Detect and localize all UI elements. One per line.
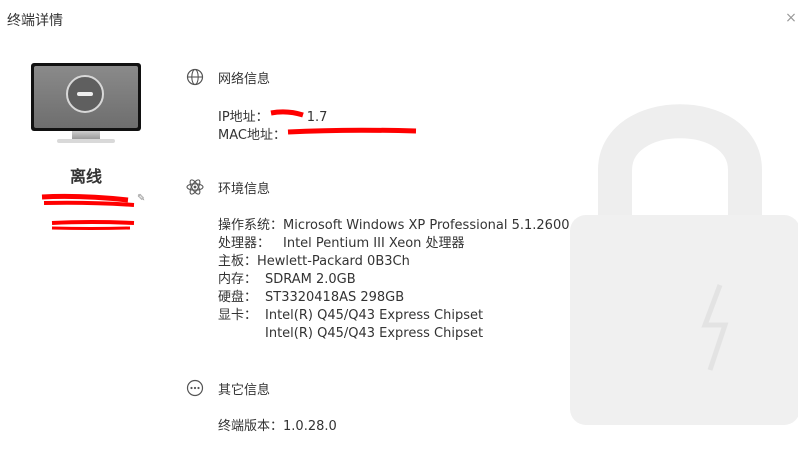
board-label: 主板： [218, 254, 258, 269]
redaction-scribble [41, 193, 135, 207]
ip-value: 1.7 [306, 110, 328, 125]
os-value: Microsoft Windows XP Professional 5.1.26… [283, 218, 570, 233]
version-value: 1.0.28.0 [283, 419, 337, 434]
ip-label: IP地址： [218, 110, 269, 125]
monitor-stand [72, 131, 100, 139]
disk-row: 硬盘： ST3320418AS 298GB [218, 289, 404, 307]
environment-section-title: 环境信息 [218, 182, 271, 197]
disk-value: ST3320418AS 298GB [265, 290, 405, 305]
network-section-title: 网络信息 [218, 72, 271, 87]
device-panel: 离线 ✎ [30, 63, 145, 235]
lock-watermark-icon [570, 104, 798, 425]
os-label: 操作系统： [218, 218, 284, 233]
memory-value: SDRAM 2.0GB [265, 272, 356, 287]
os-row: 操作系统：Microsoft Windows XP Professional 5… [218, 217, 570, 235]
mac-row: MAC地址： [218, 125, 420, 145]
version-label: 终端版本： [218, 419, 284, 434]
memory-label: 内存： [218, 272, 258, 287]
cpu-row: 处理器： Intel Pentium III Xeon 处理器 [218, 235, 465, 253]
redaction-scribble [51, 220, 135, 230]
dialog-title-bar: 终端详情 × [0, 0, 798, 40]
device-name-redacted: ✎ [30, 193, 145, 217]
dialog-title: 终端详情 [7, 13, 63, 29]
globe-icon [186, 68, 204, 86]
mac-label: MAC地址： [218, 128, 286, 143]
gpu-row: 显卡： Intel(R) Q45/Q43 Express Chipset [218, 307, 483, 325]
gpu-value-1: Intel(R) Q45/Q43 Express Chipset [265, 308, 484, 323]
gpu-label: 显卡： [218, 308, 258, 323]
disk-label: 硬盘： [218, 290, 258, 305]
close-icon[interactable]: × [784, 10, 798, 26]
offline-badge-icon [66, 75, 104, 113]
board-row: 主板：Hewlett-Packard 0B3Ch [218, 253, 410, 271]
monitor-base [57, 139, 115, 143]
version-row: 终端版本：1.0.28.0 [218, 418, 337, 436]
redaction-scribble [287, 127, 417, 135]
ip-redacted [269, 107, 307, 127]
cpu-label: 处理器： [218, 236, 271, 251]
memory-row: 内存： SDRAM 2.0GB [218, 271, 356, 289]
ip-row: IP地址： 1.7 [218, 107, 327, 127]
mac-redacted [286, 125, 420, 145]
board-value: Hewlett-Packard 0B3Ch [257, 254, 410, 269]
monitor-icon [31, 63, 141, 131]
cpu-value: Intel Pentium III Xeon 处理器 [283, 236, 465, 251]
atom-icon [186, 179, 204, 195]
device-group-redacted [30, 217, 142, 235]
offline-badge-bar [77, 92, 93, 96]
other-section-title: 其它信息 [218, 383, 271, 398]
edit-icon[interactable]: ✎ [137, 193, 145, 204]
more-dots-icon [186, 379, 204, 397]
redaction-scribble [270, 109, 304, 118]
device-status: 离线 [69, 167, 102, 186]
gpu-value-2: Intel(R) Q45/Q43 Express Chipset [265, 326, 484, 341]
